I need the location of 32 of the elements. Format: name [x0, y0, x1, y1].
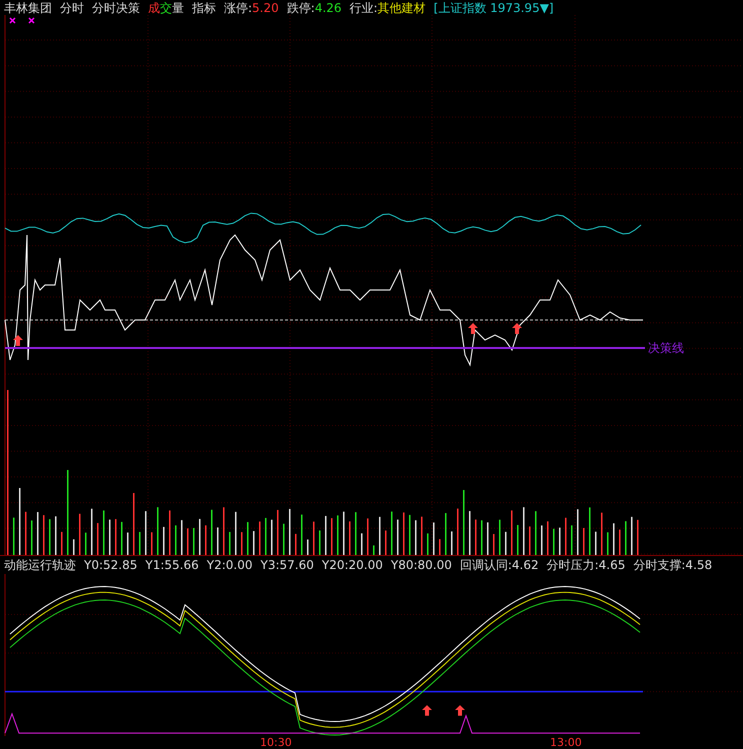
quote-value: 4.26 — [314, 1, 342, 15]
quote-label: 行业: — [350, 1, 378, 15]
indicator-reading: 回调认同:4.62 — [460, 556, 539, 574]
up-arrow-icon — [455, 705, 465, 716]
chart-tab[interactable]: 分时 — [60, 1, 84, 15]
quote-label: 涨停: — [224, 1, 252, 15]
up-arrow-icon — [468, 323, 478, 334]
quote-value: 5.20 — [252, 1, 279, 15]
chart-tab[interactable]: 分时决策 — [92, 1, 140, 15]
time-label: 13:00 — [550, 736, 582, 749]
indicator-reading: 分时压力:4.65 — [546, 556, 626, 574]
cross-icon — [9, 17, 16, 24]
up-arrow-icon — [422, 705, 432, 716]
time-label: 10:30 — [260, 736, 292, 749]
quote-label: 跌停: — [286, 1, 315, 15]
indicator-reading: Y2:0.00 — [206, 558, 252, 572]
decision-line-label: 决策线 — [648, 341, 684, 355]
cross-icon — [28, 17, 35, 24]
stock-name: 丰林集团 — [4, 1, 52, 15]
index-link[interactable]: [上证指数 1973.95▼] — [434, 1, 554, 15]
up-arrow-icon — [512, 323, 522, 334]
indicator-reading: Y80:80.00 — [390, 558, 452, 572]
quote-value: 其他建材 — [378, 1, 426, 15]
indicator-reading: Y3:57.60 — [260, 558, 314, 572]
indicator-reading: Y0:52.85 — [84, 558, 138, 572]
indicator-reading: 分时支撑:4.58 — [633, 556, 712, 574]
indicator-title: 动能运行轨迹 — [4, 556, 76, 574]
chart-tab[interactable]: 成交量 — [148, 1, 184, 15]
indicator-reading: Y1:55.66 — [145, 558, 199, 572]
indicator-reading: Y20:20.00 — [322, 558, 383, 572]
chart-tab[interactable]: 指标 — [192, 1, 216, 15]
up-arrow-icon — [13, 335, 23, 346]
